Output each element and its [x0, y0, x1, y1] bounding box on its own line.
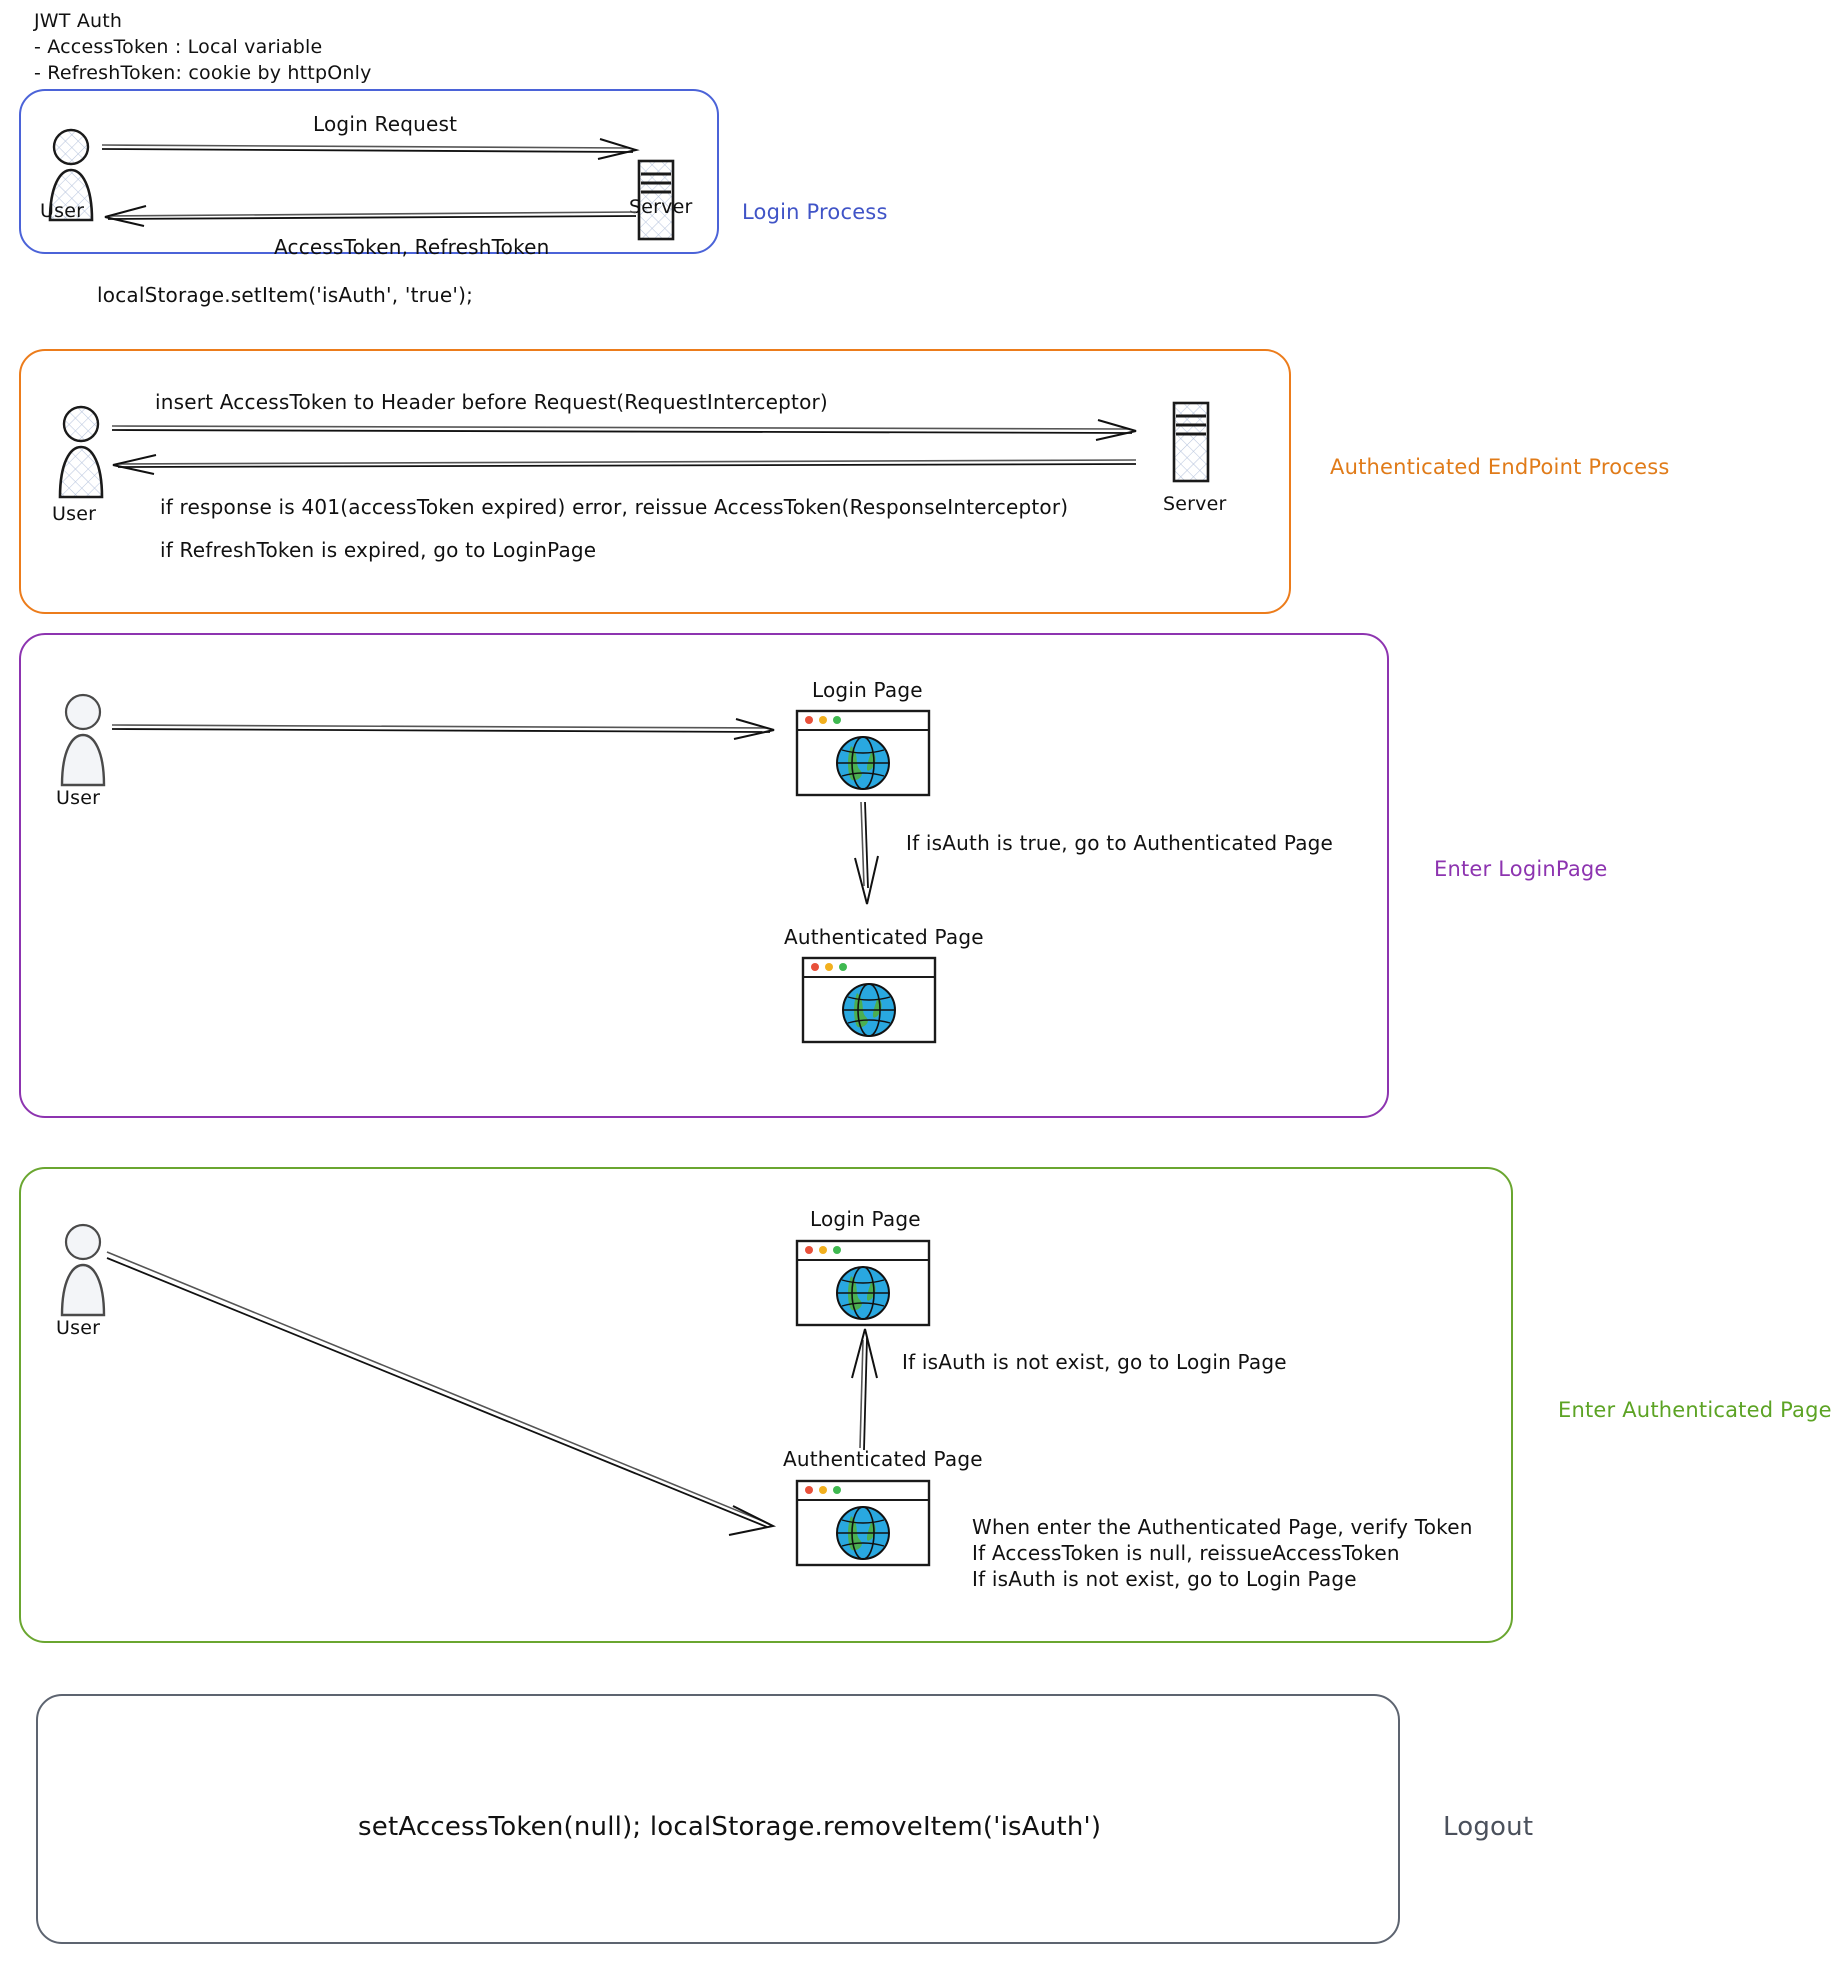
- login-process-server-label: Server: [629, 196, 693, 218]
- enter-authenticated-note-1: When enter the Authenticated Page, verif…: [972, 1515, 1473, 1539]
- enter-loginpage-authpage-label: Authenticated Page: [784, 925, 984, 949]
- globe-icon: [836, 736, 890, 790]
- header-bullet-accesstoken: - AccessToken : Local variable: [34, 36, 323, 58]
- login-process-tag: Login Process: [742, 200, 888, 224]
- globe-icon: [836, 1506, 890, 1560]
- diagram-title: JWT Auth: [34, 10, 123, 32]
- user-actor-icon: [52, 1223, 124, 1318]
- enter-loginpage-tag: Enter LoginPage: [1434, 857, 1608, 881]
- browser-window-icon: [794, 1478, 934, 1568]
- login-response-label: AccessToken, RefreshToken: [274, 235, 550, 259]
- login-process-user-label: User: [40, 200, 85, 222]
- logout-tag: Logout: [1443, 1812, 1534, 1842]
- auth-endpoint-user-label: User: [52, 503, 97, 525]
- auth-endpoint-response-label: if response is 401(accessToken expired) …: [160, 495, 1069, 519]
- browser-window-icon: [800, 955, 940, 1045]
- globe-icon: [836, 1266, 890, 1320]
- enter-authenticated-user-label: User: [56, 1317, 101, 1339]
- enter-loginpage-user-label: User: [56, 787, 101, 809]
- auth-endpoint-request-label: insert AccessToken to Header before Requ…: [155, 390, 828, 414]
- enter-loginpage-box: [19, 633, 1389, 1118]
- server-icon: [1168, 400, 1214, 485]
- enter-authenticated-loginpage-label: Login Page: [810, 1207, 921, 1231]
- enter-authenticated-note-2: If AccessToken is null, reissueAccessTok…: [972, 1541, 1400, 1565]
- header-bullet-refreshtoken: - RefreshToken: cookie by httpOnly: [34, 62, 372, 84]
- browser-window-icon: [794, 708, 934, 798]
- globe-icon: [842, 983, 896, 1037]
- logout-note: setAccessToken(null); localStorage.remov…: [358, 1812, 1102, 1842]
- enter-authenticated-authpage-label: Authenticated Page: [783, 1447, 983, 1471]
- enter-loginpage-transition-note: If isAuth is true, go to Authenticated P…: [906, 831, 1334, 855]
- auth-endpoint-refresh-note: if RefreshToken is expired, go to LoginP…: [160, 538, 597, 562]
- auth-endpoint-server-label: Server: [1163, 493, 1227, 515]
- enter-authenticated-tag: Enter Authenticated Page: [1558, 1398, 1832, 1422]
- enter-authenticated-note-3: If isAuth is not exist, go to Login Page: [972, 1567, 1357, 1591]
- authenticated-endpoint-tag: Authenticated EndPoint Process: [1330, 455, 1670, 479]
- user-actor-icon: [50, 405, 122, 500]
- user-actor-icon: [52, 693, 124, 788]
- login-request-label: Login Request: [313, 112, 458, 136]
- browser-window-icon: [794, 1238, 934, 1328]
- authenticated-endpoint-box: [19, 349, 1291, 614]
- enter-loginpage-loginpage-label: Login Page: [812, 678, 923, 702]
- diagram-canvas: JWT Auth - AccessToken : Local variable …: [0, 0, 1833, 1977]
- login-localstorage-note: localStorage.setItem('isAuth', 'true');: [97, 283, 474, 307]
- enter-authenticated-transition-note: If isAuth is not exist, go to Login Page: [902, 1350, 1287, 1374]
